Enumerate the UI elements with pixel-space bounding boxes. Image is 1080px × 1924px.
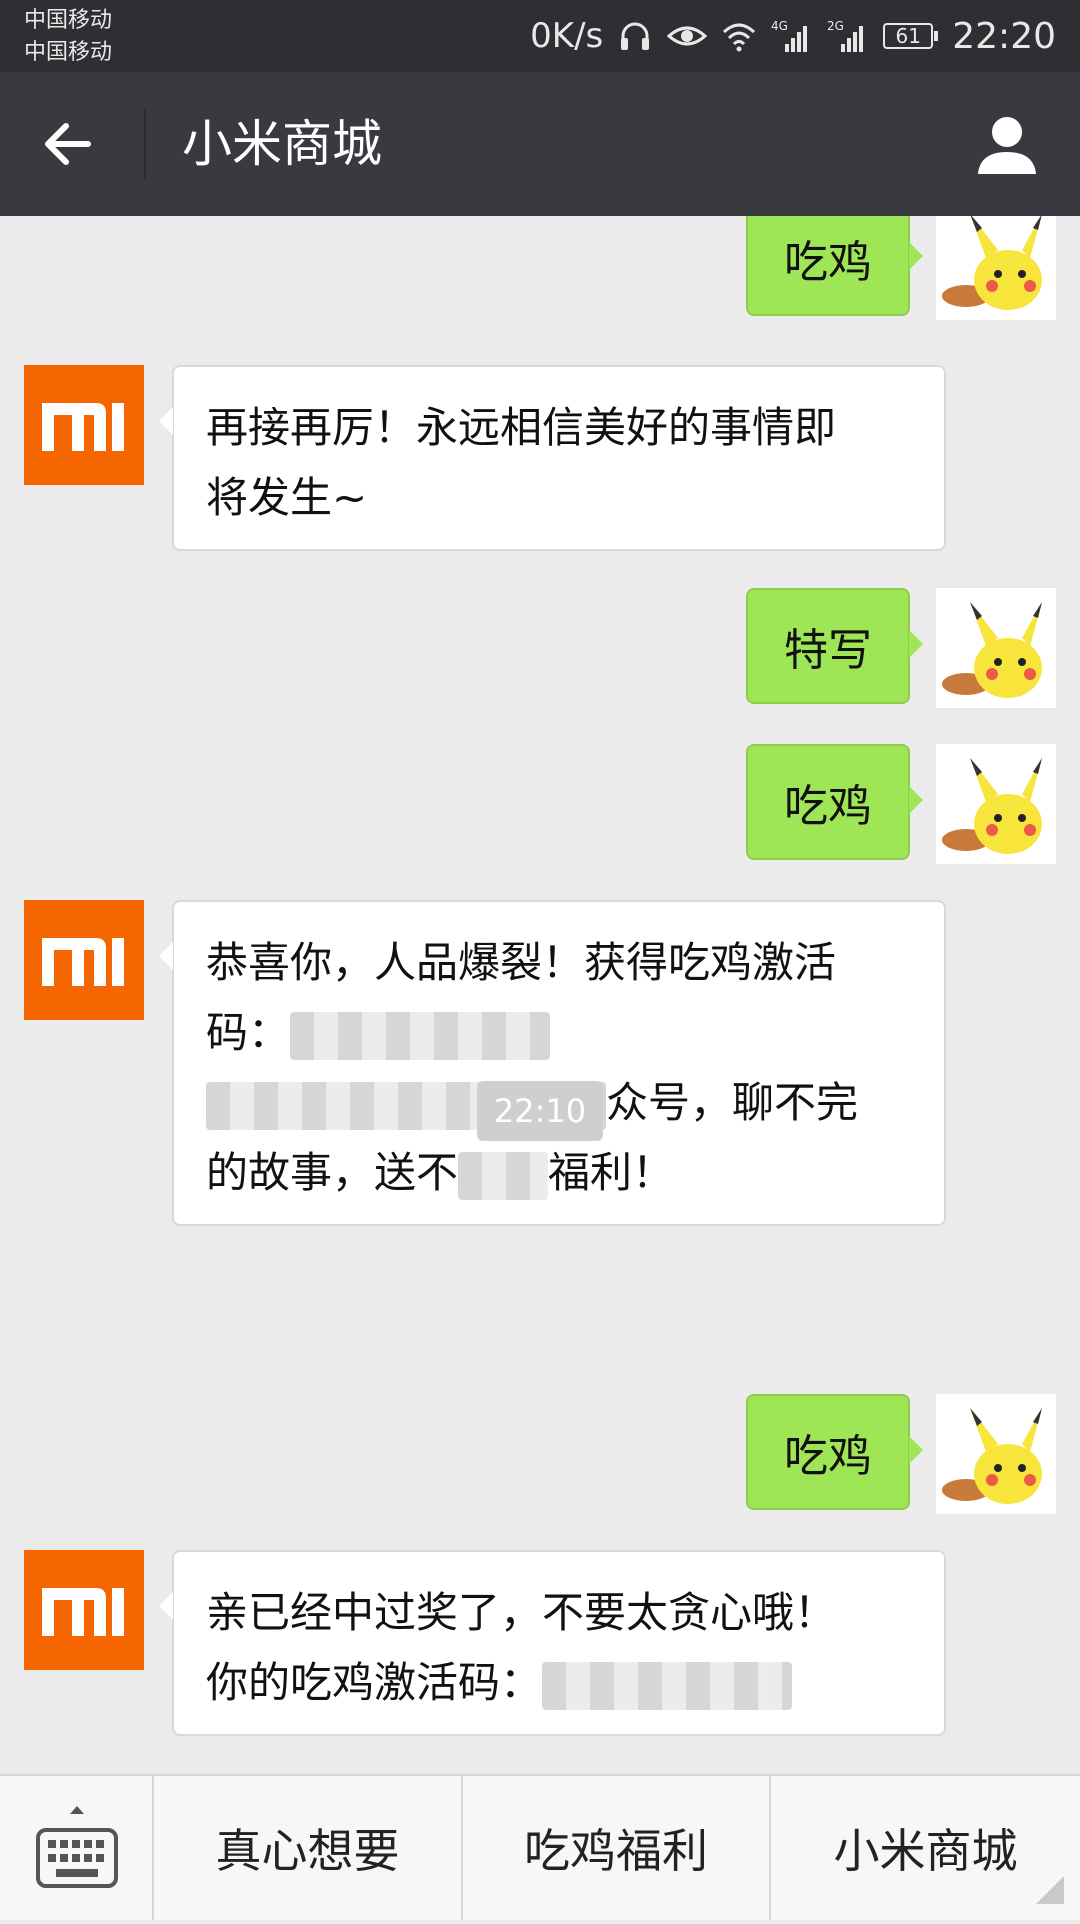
message-text: 特写 bbox=[784, 625, 872, 676]
mi-logo-icon bbox=[42, 1588, 124, 1636]
message-text: 亲已经中过奖了，不要太贪心哦！ bbox=[206, 1588, 837, 1637]
user-message-bubble[interactable]: 特写 bbox=[746, 588, 923, 704]
signal-icon: 2G bbox=[827, 18, 869, 54]
menu-bar: 真心想要 吃鸡福利 小米商城 bbox=[0, 1774, 1080, 1920]
nav-divider bbox=[144, 108, 146, 180]
message-text: 将发生~ bbox=[206, 473, 368, 522]
mi-logo-icon bbox=[42, 938, 124, 986]
mi-avatar[interactable] bbox=[24, 365, 144, 485]
mi-logo-icon bbox=[42, 403, 124, 451]
pikachu-avatar-icon bbox=[942, 758, 1042, 854]
net-type-4g: 4G bbox=[771, 19, 788, 33]
pikachu-avatar-icon bbox=[942, 1408, 1042, 1504]
page-title: 小米商城 bbox=[182, 115, 382, 173]
user-avatar[interactable] bbox=[936, 744, 1056, 864]
redacted-code bbox=[542, 1661, 793, 1710]
user-message-bubble[interactable]: 吃鸡 bbox=[746, 1394, 923, 1510]
arrow-left-icon[interactable] bbox=[40, 114, 110, 174]
net-type-2g: 2G bbox=[827, 19, 844, 33]
chat-area[interactable]: 吃鸡 再接再厉！永远相信美好的事情即 将发生~ 特写 吃鸡 恭喜你，人品爆裂！获… bbox=[0, 216, 1080, 1774]
keyboard-icon bbox=[36, 1806, 118, 1888]
mi-avatar[interactable] bbox=[24, 900, 144, 1020]
bot-message-bubble[interactable]: 亲已经中过奖了，不要太贪心哦！ 你的吃鸡激活码： bbox=[159, 1550, 946, 1736]
headphones-icon bbox=[617, 18, 653, 54]
status-bar: 中国移动 中国移动 0K/s 4G 2G 61 22:20 bbox=[0, 0, 1080, 72]
bot-message-bubble[interactable]: 再接再厉！永远相信美好的事情即 将发生~ bbox=[159, 365, 946, 551]
menu-item-mi-store[interactable]: 小米商城 bbox=[771, 1776, 1080, 1920]
message-text: 吃鸡 bbox=[784, 781, 872, 832]
battery-icon: 61 bbox=[883, 23, 939, 49]
carrier-label: 中国移动 bbox=[24, 40, 113, 65]
timestamp-chip: 22:10 bbox=[477, 1081, 603, 1141]
wifi-icon bbox=[721, 18, 757, 54]
mi-avatar[interactable] bbox=[24, 1550, 144, 1670]
clock: 22:20 bbox=[952, 15, 1056, 57]
pikachu-avatar-icon bbox=[942, 602, 1042, 698]
nav-bar: 小米商城 bbox=[0, 72, 1080, 216]
menu-item-pubg-welfare[interactable]: 吃鸡福利 bbox=[463, 1776, 771, 1920]
user-avatar[interactable] bbox=[936, 1394, 1056, 1514]
message-text: 码： bbox=[206, 1008, 291, 1057]
user-avatar[interactable] bbox=[936, 216, 1056, 320]
user-message-bubble[interactable]: 吃鸡 bbox=[746, 216, 923, 316]
carrier-label: 中国移动 bbox=[24, 8, 113, 33]
user-avatar[interactable] bbox=[936, 588, 1056, 708]
redacted-code bbox=[290, 1011, 551, 1060]
message-text: 福利！ bbox=[548, 1148, 675, 1197]
signal-icon: 4G bbox=[771, 18, 813, 54]
submenu-corner-icon bbox=[1036, 1876, 1064, 1904]
pikachu-avatar-icon bbox=[942, 216, 1042, 310]
eye-icon bbox=[667, 18, 708, 54]
message-text: 吃鸡 bbox=[784, 237, 872, 288]
message-text: 你的吃鸡激活码： bbox=[206, 1658, 543, 1707]
user-message-bubble[interactable]: 吃鸡 bbox=[746, 744, 923, 860]
message-text: 吃鸡 bbox=[784, 1431, 872, 1482]
message-text: 众号，聊不完 bbox=[606, 1078, 859, 1127]
net-speed: 0K/s bbox=[530, 16, 604, 56]
message-text: 再接再厉！永远相信美好的事情即 bbox=[206, 403, 837, 452]
message-text: 恭喜你，人品爆裂！获得吃鸡激活 bbox=[206, 938, 837, 987]
person-icon[interactable] bbox=[974, 112, 1040, 178]
bot-message-bubble[interactable]: 恭喜你，人品爆裂！获得吃鸡激活 码： 众号，聊不完 的故事，送不 福利！ bbox=[159, 900, 946, 1226]
redacted-text bbox=[458, 1151, 549, 1200]
menu-item-sincere[interactable]: 真心想要 bbox=[154, 1776, 463, 1920]
battery-level: 61 bbox=[883, 23, 934, 49]
message-text: 的故事，送不 bbox=[206, 1148, 459, 1197]
keyboard-toggle-button[interactable] bbox=[0, 1776, 154, 1920]
